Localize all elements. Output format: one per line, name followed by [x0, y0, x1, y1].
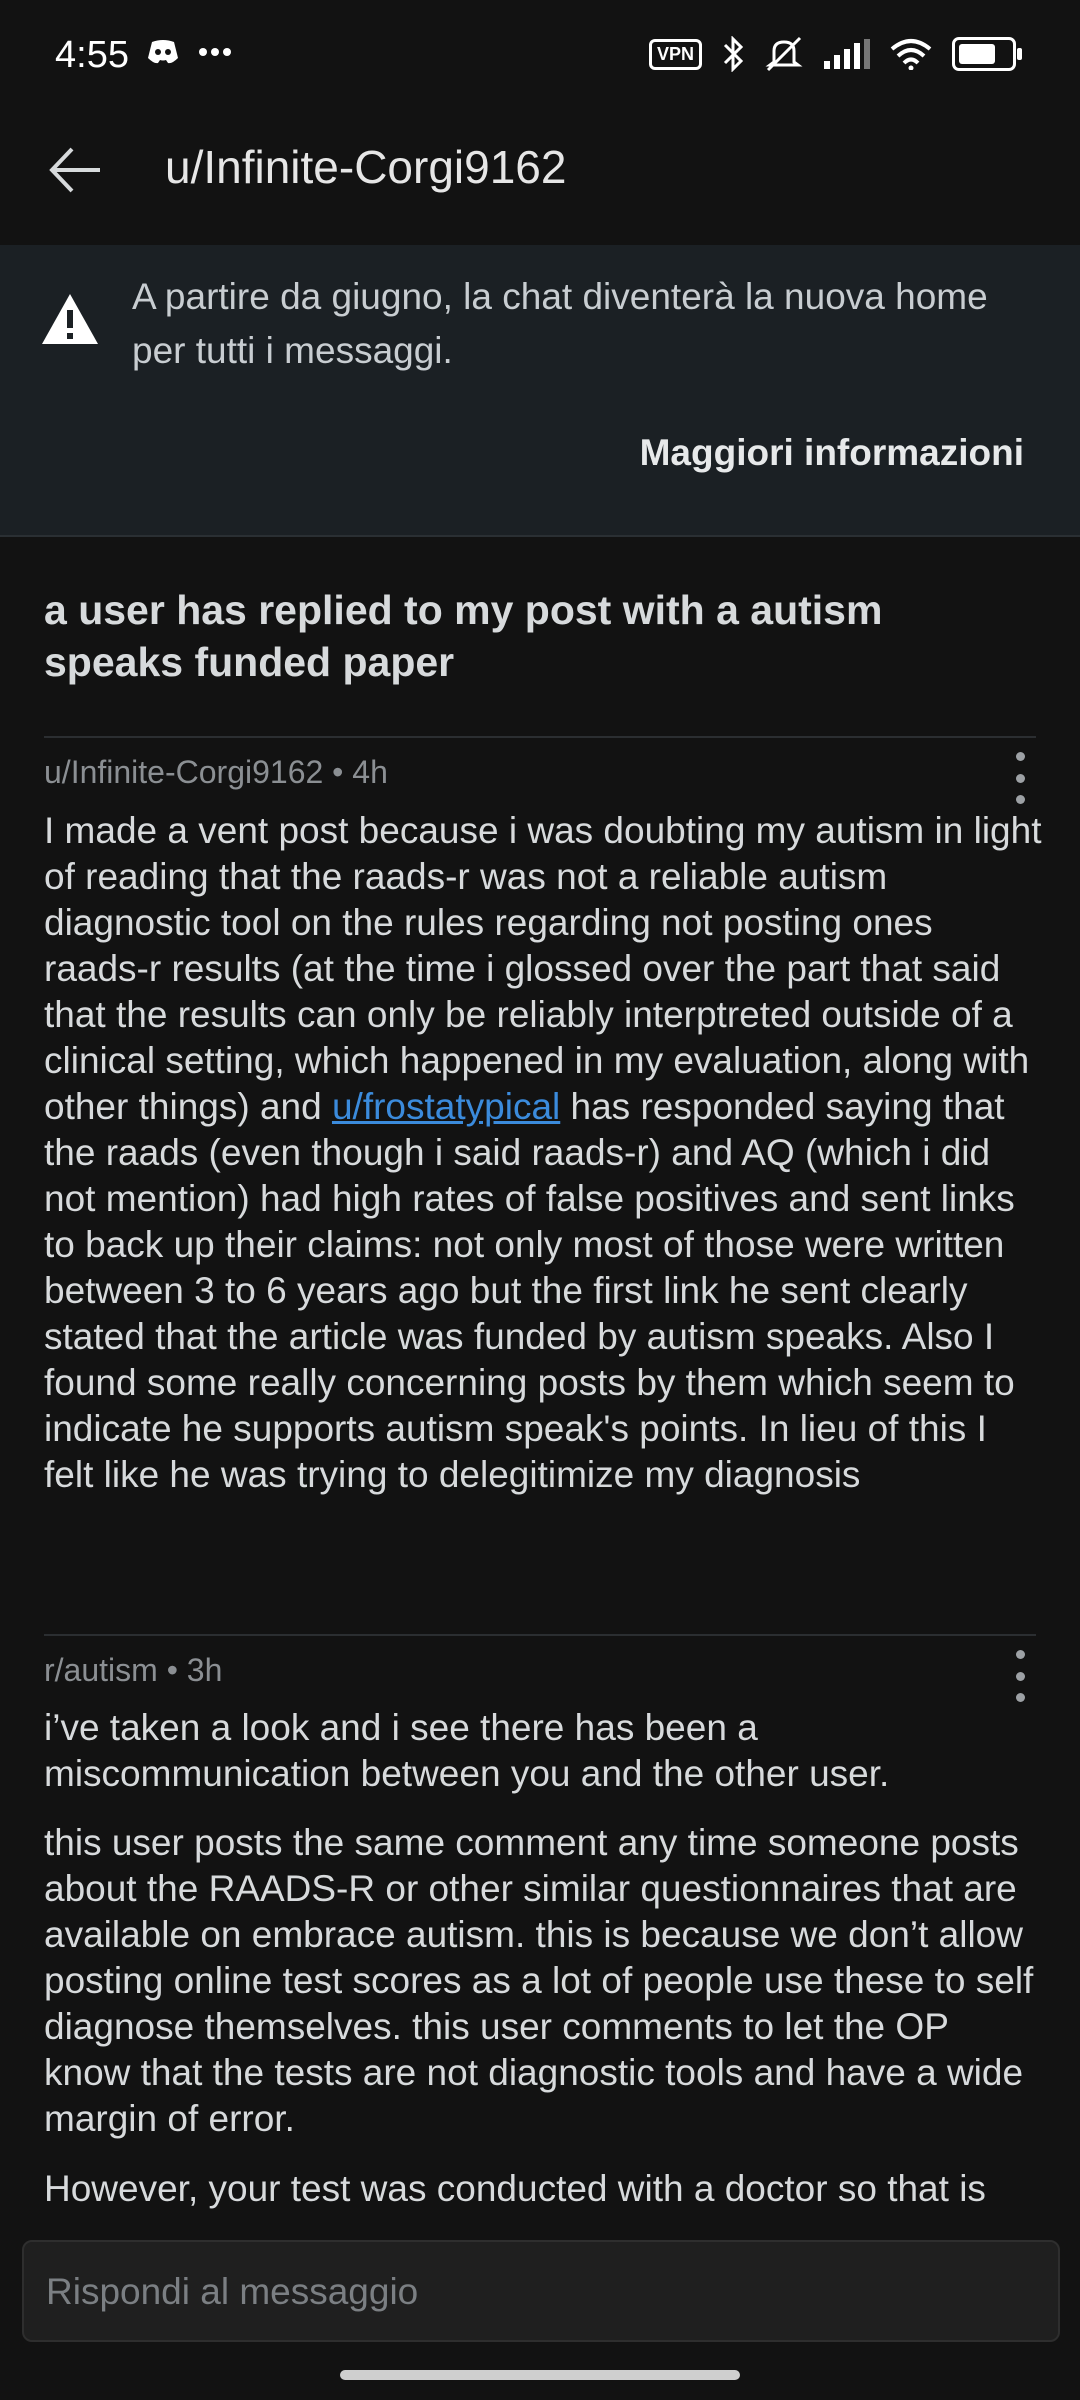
wifi-icon	[890, 39, 932, 70]
message-author[interactable]: r/autism	[44, 1652, 158, 1688]
message-options-icon[interactable]	[1010, 752, 1030, 804]
divider	[44, 736, 1036, 738]
message-time: 3h	[186, 1652, 223, 1688]
thread-subject: a user has replied to my post with a aut…	[44, 587, 883, 685]
message-author[interactable]: u/Infinite-Corgi9162	[44, 754, 323, 790]
message-body: I made a vent post because i was doubtin…	[44, 808, 1044, 1498]
user-link[interactable]: u/frostatypical	[332, 1086, 560, 1127]
back-arrow-icon[interactable]	[40, 135, 110, 205]
banner-text: A partire da giugno, la chat diventerà l…	[132, 276, 988, 371]
message-time: 4h	[352, 754, 388, 790]
warning-icon	[40, 292, 100, 348]
page-title: u/Infinite-Corgi9162	[165, 141, 567, 193]
status-left-icons	[146, 38, 232, 66]
reply-input[interactable]	[44, 2242, 1038, 2342]
reply-box	[22, 2240, 1060, 2342]
meta-separator: •	[332, 754, 353, 790]
more-info-link[interactable]: Maggiori informazioni	[640, 432, 1024, 474]
meta-separator: •	[166, 1652, 187, 1688]
signal-icon	[824, 39, 870, 69]
message-paragraph: this user posts the same comment any tim…	[44, 1822, 1034, 2139]
message-body-text: I made a vent post because i was doubtin…	[44, 810, 1042, 1127]
message-paragraph: i’ve taken a look and i see there has be…	[44, 1707, 890, 1794]
home-indicator[interactable]	[340, 2370, 740, 2380]
scroll-cutoff	[0, 2220, 1080, 2240]
more-dots-icon	[199, 48, 231, 56]
bluetooth-icon	[723, 36, 744, 72]
divider	[44, 1634, 1036, 1636]
status-bar: 4:55 VPN	[0, 0, 1080, 115]
status-time: 4:55	[55, 34, 129, 76]
mute-icon	[765, 36, 803, 72]
battery-icon	[952, 37, 1022, 71]
message-meta: r/autism • 3h	[44, 1652, 222, 1689]
status-right-icons: VPN	[648, 36, 1022, 72]
vpn-icon: VPN	[648, 38, 702, 70]
message-options-icon[interactable]	[1010, 1650, 1030, 1702]
discord-icon	[148, 40, 178, 64]
message-meta: u/Infinite-Corgi9162 • 4h	[44, 754, 388, 791]
message-body-text-continued: has responded saying that the raads (eve…	[44, 1086, 1015, 1495]
